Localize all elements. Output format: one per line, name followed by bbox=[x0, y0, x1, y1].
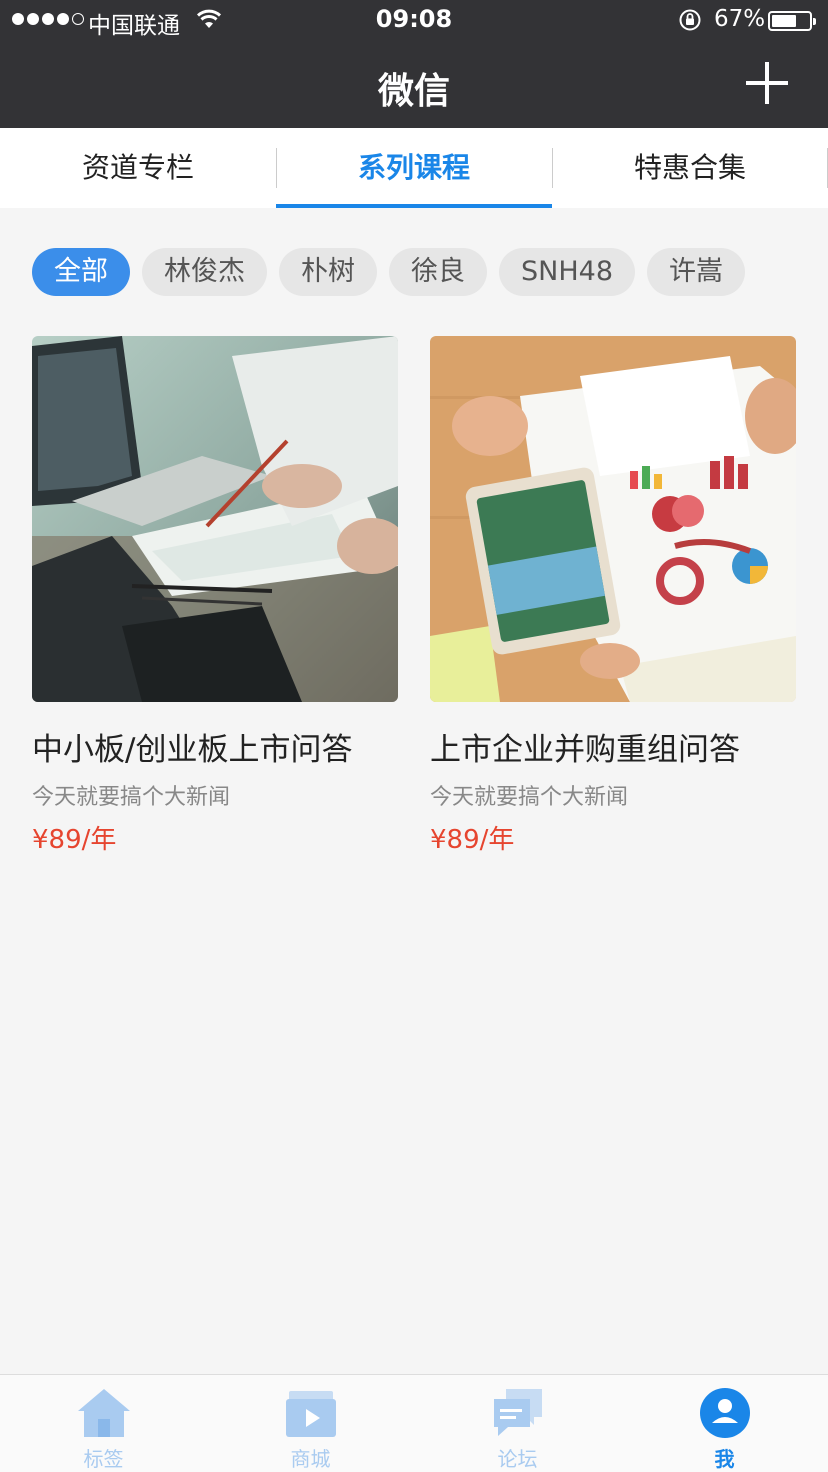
status-time: 09:08 bbox=[375, 5, 453, 33]
tabbar-item-me[interactable]: 我 bbox=[621, 1375, 828, 1472]
home-icon bbox=[77, 1389, 130, 1437]
top-bar: 中国联通 09:08 67% 微信 bbox=[0, 0, 828, 128]
tabbar-item-store[interactable]: 商城 bbox=[207, 1375, 414, 1472]
course-title: 中小板/创业板上市问答 bbox=[32, 732, 353, 768]
tabbar-label: 我 bbox=[714, 1447, 735, 1471]
tabbar-item-forum[interactable]: 论坛 bbox=[414, 1375, 621, 1472]
filter-chip[interactable]: 徐良 bbox=[389, 248, 487, 296]
filter-chip[interactable]: 朴树 bbox=[279, 248, 377, 296]
bottom-tab-bar: 标签 商城 论坛 我 bbox=[0, 1374, 828, 1472]
course-price: ¥89/年 bbox=[430, 825, 515, 855]
user-icon bbox=[699, 1388, 750, 1438]
battery-icon bbox=[768, 11, 816, 31]
tab-series-courses[interactable]: 系列课程 bbox=[276, 128, 552, 208]
filter-chips: 全部 林俊杰 朴树 徐良 SNH48 许嵩 bbox=[32, 248, 745, 296]
tabbar-label: 论坛 bbox=[497, 1447, 538, 1471]
tabbar-item-tags[interactable]: 标签 bbox=[0, 1375, 207, 1472]
rotation-lock-icon bbox=[679, 9, 701, 31]
battery-percent: 67% bbox=[714, 6, 766, 32]
plus-icon[interactable] bbox=[746, 62, 788, 104]
filter-chip[interactable]: 林俊杰 bbox=[142, 248, 267, 296]
chat-icon bbox=[493, 1389, 542, 1436]
course-subtitle: 今天就要搞个大新闻 bbox=[32, 785, 231, 810]
tab-special-offers[interactable]: 特惠合集 bbox=[552, 128, 828, 208]
segment-tabs: 资道专栏 系列课程 特惠合集 bbox=[0, 128, 828, 208]
course-card[interactable]: 中小板/创业板上市问答 今天就要搞个大新闻 ¥89/年 bbox=[32, 336, 398, 856]
course-thumbnail bbox=[32, 336, 398, 702]
course-thumbnail bbox=[430, 336, 796, 702]
tab-columns[interactable]: 资道专栏 bbox=[0, 128, 276, 208]
course-title: 上市企业并购重组问答 bbox=[430, 732, 740, 768]
status-bar: 中国联通 09:08 67% bbox=[0, 0, 828, 40]
course-subtitle: 今天就要搞个大新闻 bbox=[430, 785, 629, 810]
filter-chip-all[interactable]: 全部 bbox=[32, 248, 130, 296]
course-card[interactable]: 上市企业并购重组问答 今天就要搞个大新闻 ¥89/年 bbox=[430, 336, 796, 856]
course-price: ¥89/年 bbox=[32, 825, 117, 855]
filter-chip[interactable]: 许嵩 bbox=[647, 248, 745, 296]
tabbar-label: 标签 bbox=[83, 1447, 124, 1471]
filter-chip[interactable]: SNH48 bbox=[499, 248, 635, 296]
video-store-icon bbox=[285, 1391, 336, 1437]
tabbar-label: 商城 bbox=[290, 1447, 331, 1471]
page-title: 微信 bbox=[377, 71, 450, 112]
